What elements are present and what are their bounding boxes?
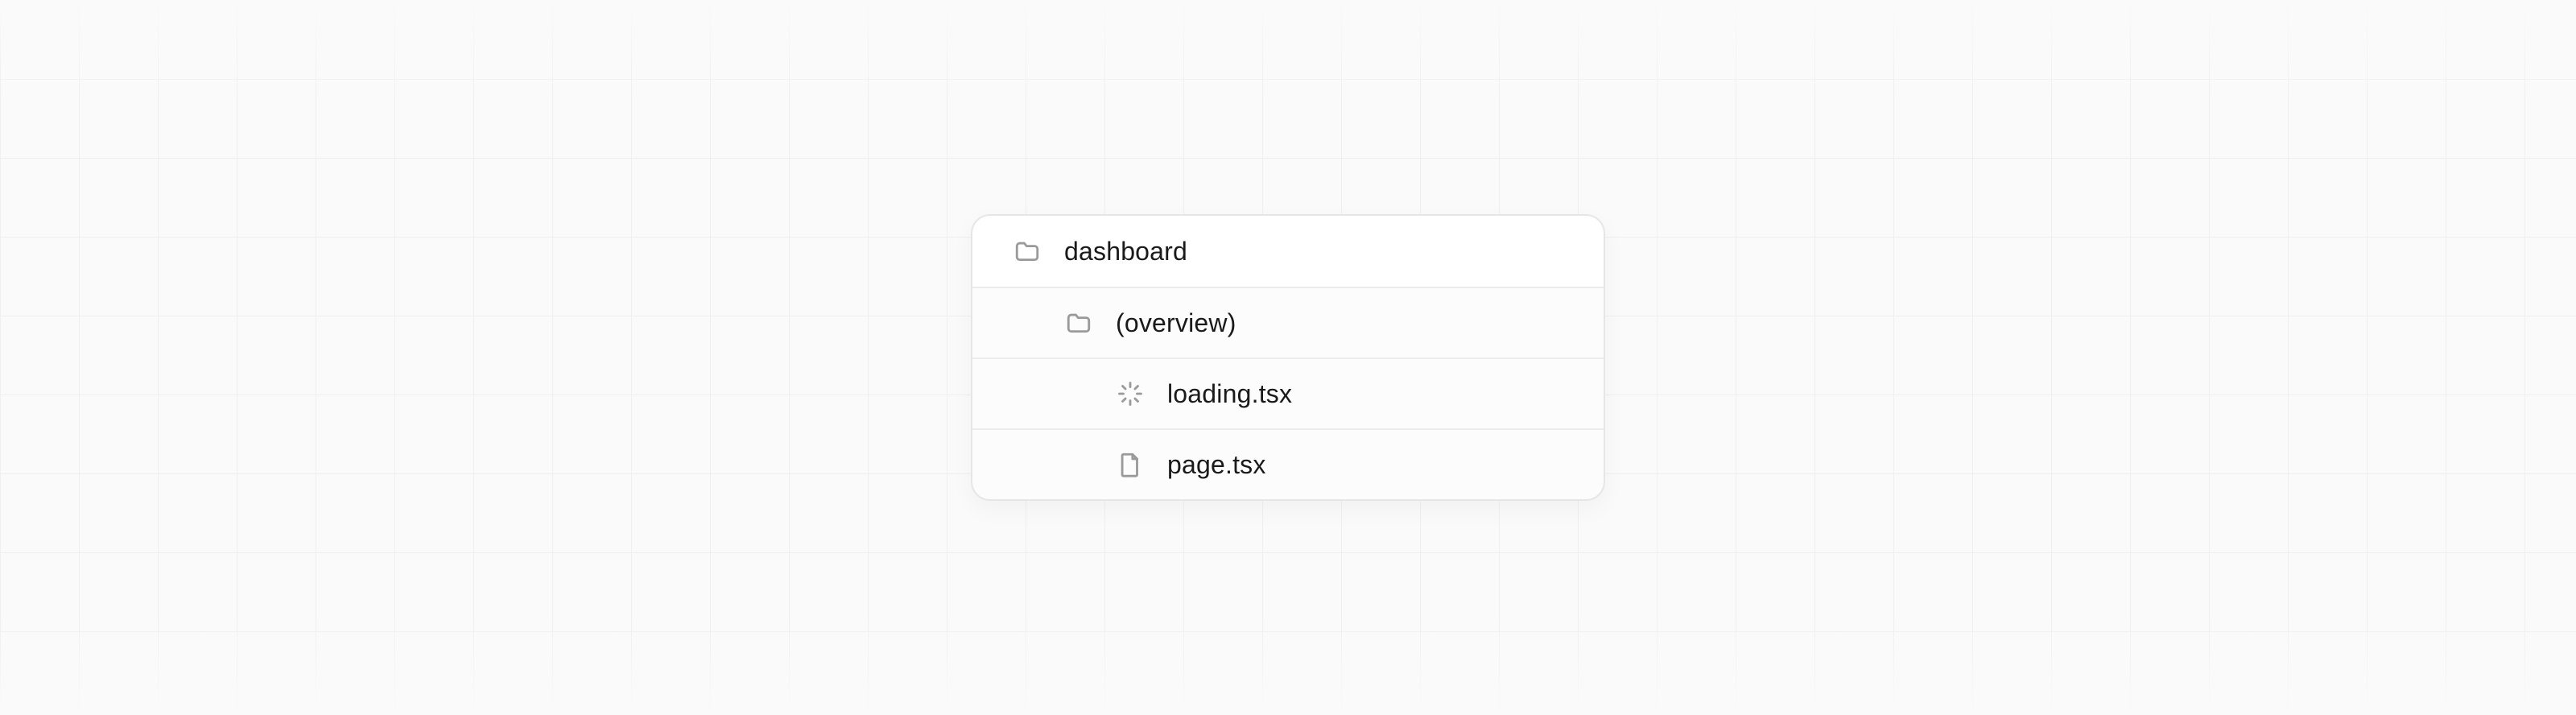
folder-icon [1011, 235, 1043, 267]
file-icon [1114, 448, 1146, 481]
canvas-fade-top [0, 0, 2576, 97]
canvas-fade-bottom [0, 618, 2576, 715]
folder-icon [1063, 307, 1095, 339]
tree-row-dashboard[interactable]: dashboard [972, 216, 1604, 287]
loading-spinner-icon [1114, 378, 1146, 410]
tree-row-label: dashboard [1064, 237, 1187, 267]
tree-row-page[interactable]: page.tsx [972, 428, 1604, 499]
tree-row-label: loading.tsx [1167, 379, 1292, 409]
tree-row-label: page.tsx [1167, 450, 1266, 480]
file-tree-panel: dashboard (overview) loading.tsx [971, 214, 1605, 501]
tree-row-label: (overview) [1116, 308, 1236, 338]
tree-row-loading[interactable]: loading.tsx [972, 358, 1604, 428]
tree-row-overview[interactable]: (overview) [972, 287, 1604, 358]
